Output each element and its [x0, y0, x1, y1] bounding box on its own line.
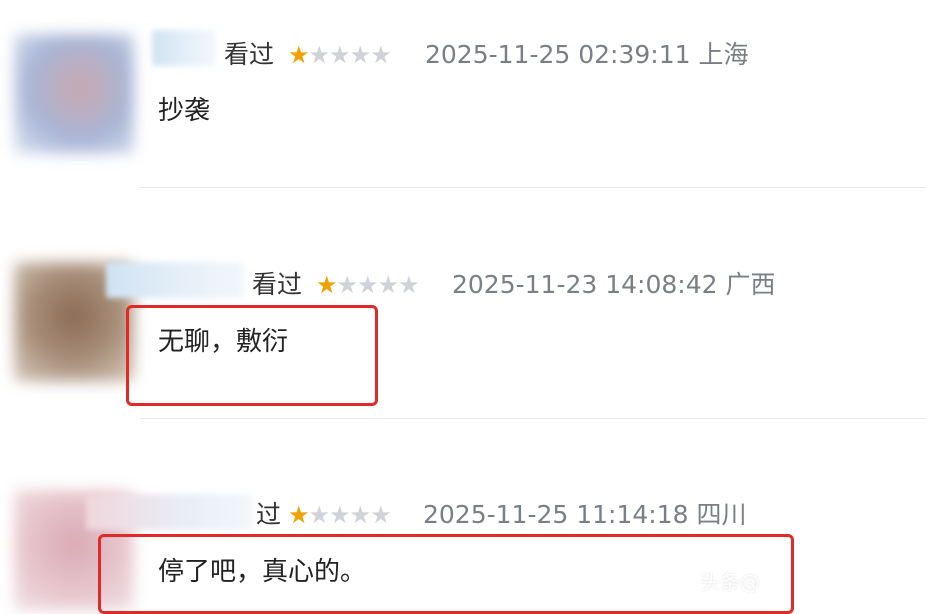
review-location: 广西	[725, 270, 776, 299]
star-icon: ★	[398, 271, 419, 299]
highlight-box	[98, 534, 794, 614]
highlight-box	[126, 305, 378, 406]
star-icon: ★	[370, 501, 391, 529]
username[interactable]	[106, 262, 244, 298]
star-icon: ★	[308, 41, 330, 69]
star-icon: ★	[329, 41, 350, 69]
rating-stars: ★★★★★	[288, 500, 392, 530]
star-icon: ★	[370, 41, 391, 69]
watch-status: 看过	[252, 270, 303, 299]
review-time: 2025-11-25 02:39:11 上海	[425, 40, 749, 69]
star-icon: ★	[288, 41, 309, 69]
rating-stars: ★★★★★	[288, 40, 392, 70]
watch-status: 过	[256, 500, 282, 529]
rating-stars: ★★★★★	[316, 270, 420, 300]
star-icon: ★	[288, 501, 309, 529]
star-icon: ★	[316, 271, 337, 299]
watermark: 头条@	[700, 570, 760, 594]
watch-status: 看过	[224, 40, 275, 69]
review-location: 上海	[698, 40, 749, 69]
review-comment: 抄袭	[158, 96, 211, 126]
review-location: 四川	[696, 500, 747, 529]
star-icon: ★	[357, 271, 378, 299]
divider	[140, 418, 926, 419]
star-icon: ★	[329, 501, 350, 529]
star-icon: ★	[308, 501, 330, 529]
username[interactable]	[152, 30, 216, 66]
star-icon: ★	[377, 271, 399, 299]
review-time: 2025-11-23 14:08:42 广西	[452, 270, 776, 299]
star-icon: ★	[336, 271, 358, 299]
username[interactable]	[86, 494, 252, 530]
review-time: 2025-11-25 11:14:18 四川	[423, 500, 747, 529]
divider	[140, 187, 926, 188]
avatar[interactable]	[14, 34, 134, 154]
star-icon: ★	[349, 501, 371, 529]
star-icon: ★	[349, 41, 371, 69]
